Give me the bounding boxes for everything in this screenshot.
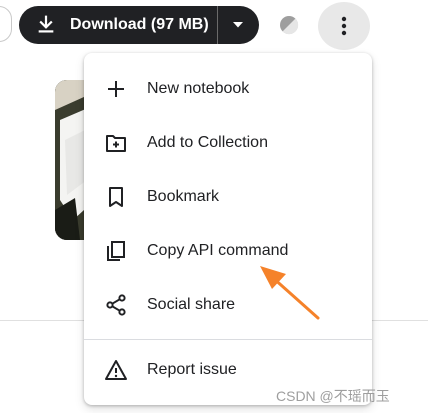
- more-vert-icon: [341, 16, 347, 36]
- share-icon: [104, 293, 128, 317]
- more-options-button[interactable]: [318, 2, 370, 50]
- plus-icon: [104, 77, 128, 101]
- copy-icon: [104, 239, 128, 263]
- menu-divider: [84, 339, 372, 340]
- warning-icon: [104, 358, 128, 382]
- menu-item-new-notebook[interactable]: New notebook: [84, 64, 372, 114]
- chevron-down-icon: [232, 21, 244, 29]
- contrast-icon[interactable]: [279, 15, 299, 35]
- menu-item-label: Report issue: [147, 361, 237, 378]
- download-label: Download (97 MB): [70, 16, 209, 33]
- partial-button-left[interactable]: [0, 6, 12, 42]
- menu-item-label: Add to Collection: [147, 134, 268, 151]
- more-options-menu: New notebook Add to Collection Bookmark …: [84, 53, 372, 405]
- download-button-group: Download (97 MB): [19, 6, 259, 44]
- menu-item-label: Bookmark: [147, 188, 220, 205]
- watermark: CSDN @不瑶而玉: [276, 388, 390, 404]
- menu-item-label: New notebook: [147, 80, 250, 97]
- download-icon: [35, 14, 57, 36]
- menu-item-add-to-collection[interactable]: Add to Collection: [84, 118, 372, 168]
- menu-item-label: Social share: [147, 296, 236, 313]
- folder-add-icon: [104, 131, 128, 155]
- menu-item-bookmark[interactable]: Bookmark: [84, 172, 372, 222]
- bookmark-icon: [104, 185, 128, 209]
- download-options-button[interactable]: [217, 6, 259, 44]
- annotation-arrow: [250, 255, 330, 325]
- download-button[interactable]: Download (97 MB): [19, 6, 217, 44]
